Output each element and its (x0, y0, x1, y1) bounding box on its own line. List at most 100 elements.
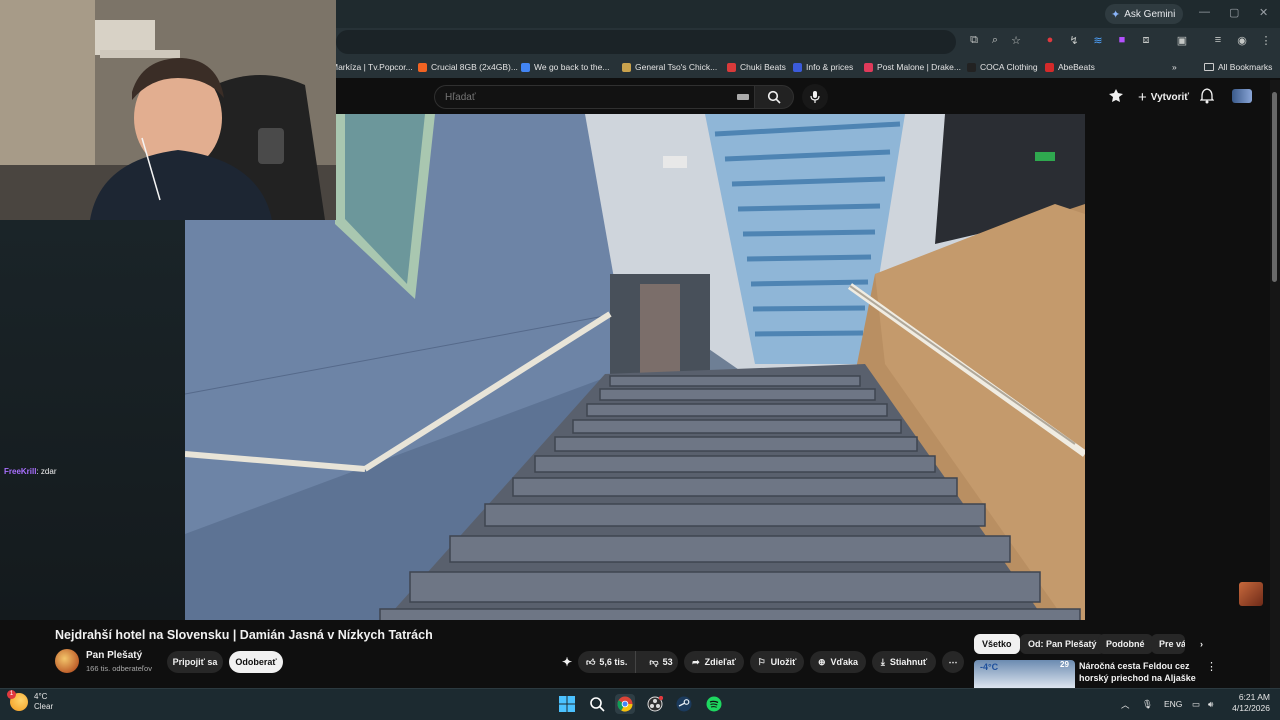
address-bar[interactable] (336, 30, 956, 54)
chat-text: : zdar (36, 467, 57, 476)
subscriber-count: 166 tis. odberateľov (86, 664, 152, 673)
download-icon: ⤓ (880, 656, 885, 667)
ask-gemini-button[interactable]: ✦ Ask Gemini (1105, 4, 1184, 24)
chip-all[interactable]: Všetko (974, 634, 1020, 654)
channel-avatar[interactable] (55, 649, 79, 673)
subscribe-label: Odoberať (235, 657, 277, 667)
microphone-tray-icon[interactable]: 🎙︎ (1142, 699, 1153, 710)
install-app-icon[interactable]: ⧉ (966, 34, 982, 47)
all-bookmarks-label: All Bookmarks (1218, 62, 1273, 72)
bookmark-label: We go back to the... (534, 62, 610, 72)
like-count: 5,6 tis. (599, 657, 628, 667)
like-button[interactable]: 👍︎ 5,6 tis. (578, 651, 637, 673)
start-windows-icon[interactable] (557, 694, 577, 714)
chip-related[interactable]: Podobné (1098, 634, 1153, 654)
tray-overflow-icon[interactable]: ︿ (1121, 699, 1130, 711)
webcam-feed-image (0, 0, 336, 220)
spotify-app-icon[interactable] (704, 694, 724, 714)
profile-avatar-icon[interactable]: ◉ (1234, 34, 1250, 47)
save-button[interactable]: ⚐ Uložiť (750, 651, 804, 673)
chip-from-channel-label: Od: Pan Plešatý (1028, 639, 1097, 649)
youtube-cast-helper-icon[interactable] (1108, 88, 1124, 109)
subscribe-button[interactable]: Odoberať (229, 651, 283, 673)
dislike-button[interactable]: 👎︎ 53 (641, 651, 680, 673)
extensions-puzzle-icon[interactable]: ⧈ (1138, 34, 1154, 47)
search-icon (767, 90, 781, 104)
chip-from-channel[interactable]: Od: Pan Plešatý (1020, 634, 1105, 654)
bookmark-item[interactable]: Info & prices (793, 60, 853, 74)
bookmark-label: General Tso's Chick... (635, 62, 718, 72)
tab-search-icon[interactable]: ≡ (1210, 34, 1226, 46)
download-button[interactable]: ⤓ Stiahnuť (872, 651, 936, 673)
weather-condition: Clear (34, 702, 54, 711)
bookmark-item[interactable]: We go back to the... (521, 60, 609, 74)
bookmark-item[interactable]: Chuki Beats (727, 60, 786, 74)
search-button[interactable] (754, 85, 794, 109)
bookmark-item[interactable]: Post Malone | Drake... (864, 60, 961, 74)
zoom-icon[interactable]: ⌕ (987, 34, 1003, 47)
ai-summary-button[interactable]: ✦ (556, 651, 578, 673)
clock-date: 4/12/2026 (1232, 703, 1270, 713)
search-input[interactable] (435, 86, 725, 108)
bookmark-star-icon[interactable]: ☆ (1008, 34, 1024, 47)
screen: ✦ Ask Gemini — ▢ ✕ ⧉ ⌕ ☆ ● ↯ ≋ ■ ⧈ ▣ ≡ ◉… (0, 0, 1280, 720)
keyboard-icon[interactable] (737, 94, 749, 100)
notifications-bell-icon[interactable] (1199, 88, 1215, 109)
reco-menu-icon[interactable]: ⋮ (1206, 660, 1217, 673)
weather-widget[interactable]: 1 4°C Clear (7, 690, 54, 712)
network-icon[interactable]: ▭ (1192, 699, 1200, 710)
bookmark-item[interactable]: Crucial 8GB (2x4GB)... (418, 60, 518, 74)
close-icon[interactable]: ✕ (1259, 6, 1268, 19)
taskbar-clock[interactable]: 6:21 AM 4/12/2026 (1226, 692, 1270, 714)
create-label: Vytvoriť (1150, 91, 1190, 103)
video-title: Nejdrahší hotel na Slovensku | Damián Ja… (55, 628, 433, 642)
folder-icon (1204, 63, 1214, 71)
bookmark-item[interactable]: General Tso's Chick... (622, 60, 717, 74)
volume-icon[interactable]: 🔊︎ (1208, 699, 1213, 710)
join-button[interactable]: Pripojiť sa (167, 651, 223, 673)
share-button[interactable]: ➦ Zdieľať (684, 651, 744, 673)
steam-app-icon[interactable] (674, 694, 694, 714)
extension-icon[interactable]: ↯ (1066, 34, 1082, 47)
bookmark-favicon-icon (418, 62, 427, 72)
voice-search-button[interactable] (802, 84, 828, 110)
all-bookmarks-button[interactable]: All Bookmarks (1204, 60, 1272, 74)
bookmark-favicon-icon (521, 62, 530, 72)
bookmark-label: Post Malone | Drake... (877, 62, 961, 72)
thanks-label: Vďaka (830, 657, 859, 667)
taskbar-search-icon[interactable] (587, 694, 607, 714)
bookmark-item[interactable]: AbeBeats (1045, 60, 1095, 74)
browser-menu-icon[interactable]: ⋮ (1258, 34, 1274, 47)
bookmark-label: Markíza | Tv.Popcor... (331, 62, 413, 72)
bookmarks-overflow-icon[interactable]: » (1172, 60, 1177, 74)
side-panel-icon[interactable]: ▣ (1174, 34, 1190, 47)
maximize-icon[interactable]: ▢ (1229, 6, 1239, 19)
chip-for-you[interactable]: Pre vá (1151, 634, 1185, 654)
chips-next-icon[interactable]: › (1192, 634, 1211, 654)
bookmark-item[interactable]: COCA Clothing (967, 60, 1038, 74)
bookmark-label: Crucial 8GB (2x4GB)... (431, 62, 518, 72)
channel-name[interactable]: Pan Plešatý (86, 650, 142, 661)
more-dots-icon: ⋯ (948, 656, 958, 667)
extension-red-icon[interactable]: ● (1042, 34, 1058, 46)
bookmark-label: Info & prices (806, 62, 854, 72)
reco-thumb-text: -4°C (980, 662, 999, 672)
input-language[interactable]: ENG (1164, 699, 1182, 709)
chrome-app-icon[interactable] (615, 694, 635, 714)
thanks-button[interactable]: ⊕ Vďaka (810, 651, 866, 673)
account-avatar[interactable] (1232, 89, 1252, 103)
minimize-icon[interactable]: — (1199, 6, 1210, 18)
gemini-spark-icon: ✦ (1111, 8, 1121, 21)
microphone-icon (810, 91, 820, 103)
search-box[interactable] (434, 85, 754, 109)
miniplayer-thumbnail[interactable] (1239, 582, 1263, 606)
obs-app-icon[interactable] (645, 694, 665, 714)
extension-blue-icon[interactable]: ≋ (1090, 34, 1106, 47)
page-scrollbar-thumb[interactable] (1272, 92, 1277, 282)
like-dislike-group: 👍︎ 5,6 tis. 👎︎ 53 (578, 651, 678, 673)
create-button[interactable]: + Vytvoriť (1130, 86, 1197, 108)
chip-related-label: Podobné (1106, 639, 1145, 649)
more-actions-button[interactable]: ⋯ (942, 651, 964, 673)
extension-purple-icon[interactable]: ■ (1114, 34, 1130, 46)
join-label: Pripojiť sa (172, 657, 218, 667)
